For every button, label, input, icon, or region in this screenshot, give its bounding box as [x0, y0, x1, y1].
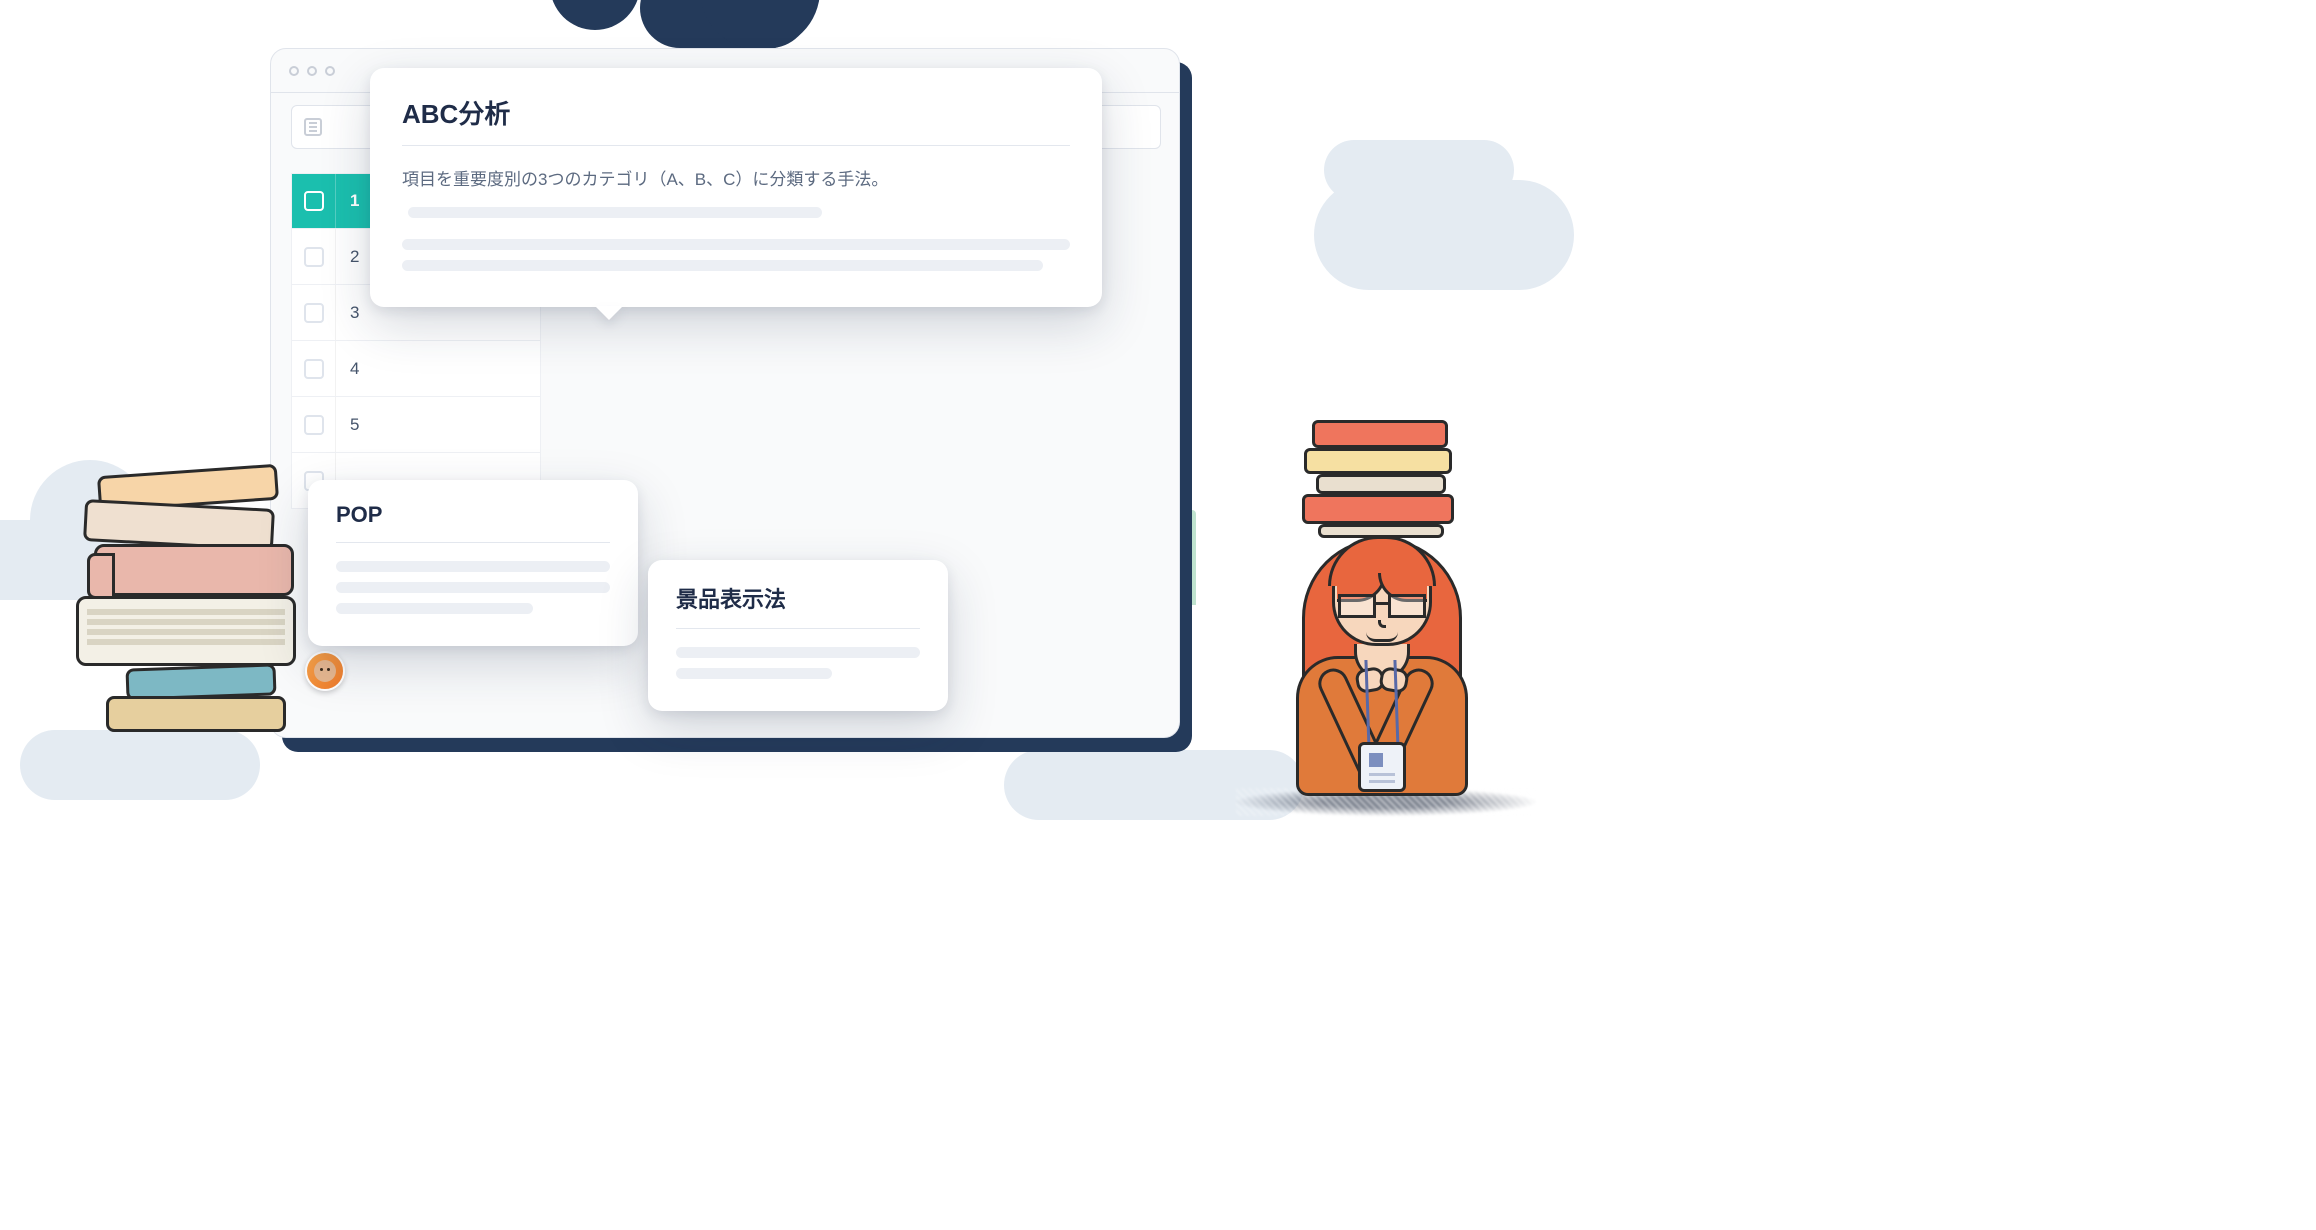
checkbox[interactable] — [304, 191, 324, 211]
table-row[interactable]: 4 — [291, 341, 541, 397]
row-number: 5 — [336, 415, 359, 435]
window-dot-icon — [325, 66, 335, 76]
cloud-deco — [1324, 140, 1514, 200]
person-illustration — [1246, 420, 1506, 800]
avatar[interactable] — [305, 651, 345, 691]
cloud-deco-dark — [550, 0, 640, 30]
card-title: 景品表示法 — [676, 582, 920, 629]
table-row[interactable]: 5 — [291, 397, 541, 453]
checkbox[interactable] — [304, 415, 324, 435]
row-number: 3 — [336, 303, 359, 323]
row-number: 4 — [336, 359, 359, 379]
checkbox[interactable] — [304, 303, 324, 323]
card-title: POP — [336, 502, 610, 543]
books-stack-illustration — [88, 470, 298, 760]
row-number: 2 — [336, 247, 359, 267]
tooltip-card-abc: ABC分析 項目を重要度別の3つのカテゴリ（A、B、C）に分類する手法。 — [370, 68, 1102, 307]
row-number: 1 — [336, 191, 359, 211]
checkbox[interactable] — [304, 359, 324, 379]
card-body: 項目を重要度別の3つのカテゴリ（A、B、C）に分類する手法。 — [402, 164, 1070, 229]
card-title: ABC分析 — [402, 94, 1070, 146]
tooltip-card-law: 景品表示法 — [648, 560, 948, 711]
tooltip-card-pop: POP — [308, 480, 638, 646]
list-icon — [304, 118, 322, 136]
window-dot-icon — [307, 66, 317, 76]
window-dot-icon — [289, 66, 299, 76]
checkbox[interactable] — [304, 247, 324, 267]
